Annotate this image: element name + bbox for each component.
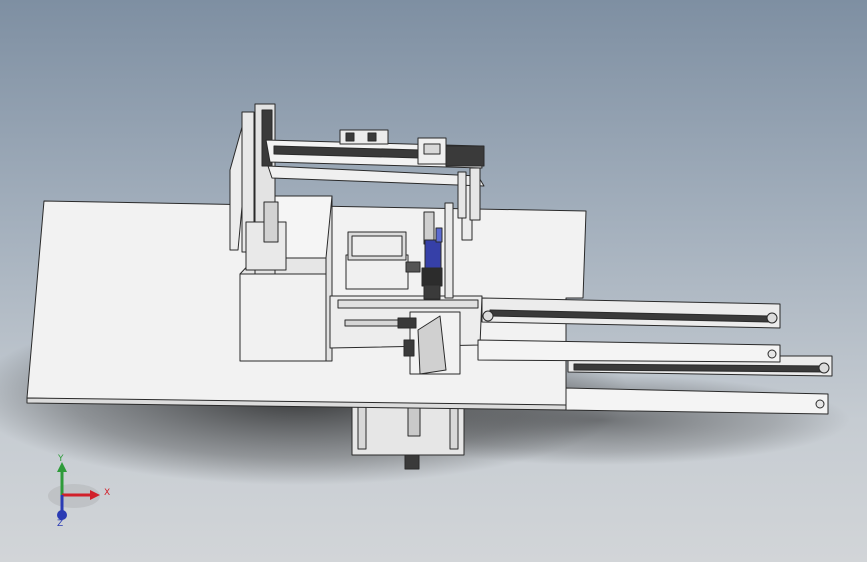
- cad-model[interactable]: [0, 0, 867, 562]
- cad-graphics-viewport[interactable]: X Y Z: [0, 0, 867, 562]
- center-box[interactable]: [345, 231, 409, 290]
- triad-x-label: X: [104, 488, 111, 498]
- triad-y-label: Y: [58, 454, 64, 464]
- triad-z-label: Z: [57, 519, 64, 529]
- guide-arm-upper[interactable]: [477, 339, 781, 363]
- orientation-triad[interactable]: [48, 462, 100, 520]
- gantry-top-rail[interactable]: [265, 129, 485, 169]
